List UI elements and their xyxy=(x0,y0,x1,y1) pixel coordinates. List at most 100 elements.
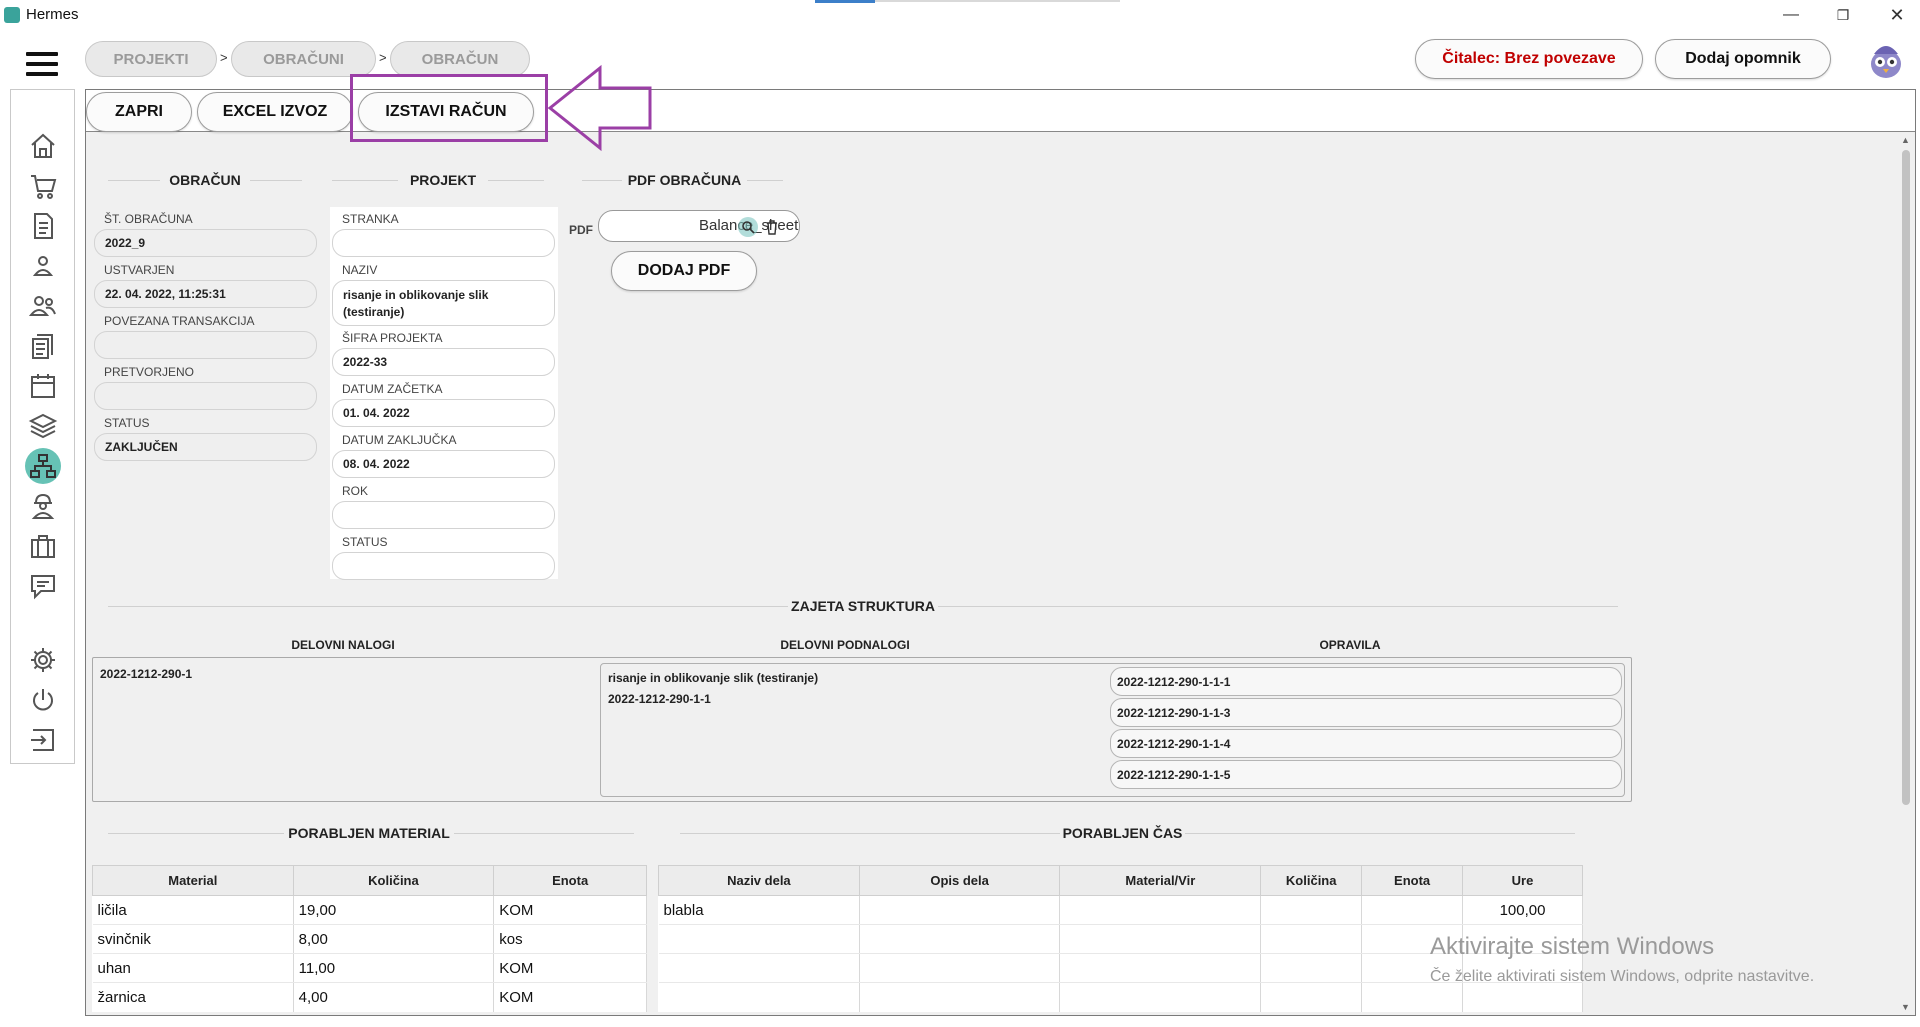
breadcrumb-projekti[interactable]: PROJEKTI xyxy=(85,41,217,77)
transaction-field[interactable] xyxy=(94,331,317,359)
document-icon[interactable] xyxy=(25,208,61,244)
start-field[interactable]: 01. 04. 2022 xyxy=(332,399,555,427)
section-divider xyxy=(488,180,544,181)
breadcrumb-obracuni[interactable]: OBRAČUNI xyxy=(231,41,376,77)
material-heading: PORABLJEN MATERIAL xyxy=(288,825,450,841)
close-window-button[interactable]: ✕ xyxy=(1874,0,1920,30)
end-field[interactable]: 08. 04. 2022 xyxy=(332,450,555,478)
table-cell xyxy=(658,953,860,983)
tasks-column-header: OPRAVILA xyxy=(1319,638,1381,652)
structure-heading: ZAJETA STRUKTURA xyxy=(791,598,935,614)
converted-label: PRETVORJENO xyxy=(104,365,195,379)
column-header[interactable]: Enota xyxy=(493,865,647,896)
table-row[interactable]: ličila 19,00 KOM xyxy=(92,895,647,925)
person-icon[interactable] xyxy=(25,248,61,284)
title-indicator-track xyxy=(875,0,1120,2)
name-field[interactable]: risanje in oblikovanje slik (testiranje) xyxy=(332,280,555,326)
table-cell: svinčnik xyxy=(92,924,294,954)
suborder-code[interactable]: 2022-1212-290-1-1 xyxy=(608,692,711,706)
table-cell xyxy=(1260,982,1363,1012)
order-item[interactable]: 2022-1212-290-1 xyxy=(100,667,192,681)
deadline-label: ROK xyxy=(342,484,369,498)
column-header[interactable]: Material xyxy=(92,865,294,896)
column-header[interactable]: Naziv dela xyxy=(658,865,860,896)
column-header[interactable]: Količina xyxy=(1260,865,1363,896)
task-item[interactable]: 2022-1212-290-1-1-4 xyxy=(1110,729,1622,758)
title-indicator xyxy=(815,0,875,3)
preview-icon[interactable] xyxy=(737,216,759,238)
breadcrumb-separator: > xyxy=(379,50,387,65)
people-icon[interactable] xyxy=(25,288,61,324)
table-cell: žarnica xyxy=(92,982,294,1012)
status-field[interactable]: ZAKLJUČEN xyxy=(94,433,317,461)
table-cell: 19,00 xyxy=(293,895,495,925)
table-row[interactable]: žarnica 4,00 KOM xyxy=(92,982,647,1012)
calendar-icon[interactable] xyxy=(25,368,61,404)
table-row[interactable]: uhan 11,00 KOM xyxy=(92,953,647,983)
projekt-status-field[interactable] xyxy=(332,552,555,580)
documents-icon[interactable] xyxy=(25,328,61,364)
table-cell: blabla xyxy=(658,895,860,925)
add-pdf-button[interactable]: DODAJ PDF xyxy=(611,251,757,291)
table-row[interactable]: blabla 100,00 xyxy=(658,895,1583,925)
worker-icon[interactable] xyxy=(25,488,61,524)
scroll-down-icon[interactable]: ▼ xyxy=(1901,1002,1910,1012)
column-header[interactable]: Količina xyxy=(292,865,495,896)
table-cell: uhan xyxy=(92,953,294,983)
power-icon[interactable] xyxy=(25,682,61,718)
end-label: DATUM ZAKLJUČKA xyxy=(342,433,457,447)
suborder-name[interactable]: risanje in oblikovanje slik (testiranje) xyxy=(608,671,818,685)
avatar[interactable] xyxy=(1868,38,1904,80)
delete-icon[interactable] xyxy=(765,219,779,235)
code-field[interactable]: 2022-33 xyxy=(332,348,555,376)
created-field[interactable]: 22. 04. 2022, 11:25:31 xyxy=(94,280,317,308)
column-header[interactable]: Material/Vir xyxy=(1059,865,1262,896)
sidebar xyxy=(10,89,75,764)
scroll-up-icon[interactable]: ▲ xyxy=(1901,135,1910,145)
table-cell: 100,00 xyxy=(1462,895,1583,925)
client-label: STRANKA xyxy=(342,212,399,226)
task-item[interactable]: 2022-1212-290-1-1-1 xyxy=(1110,667,1622,696)
column-header[interactable]: Ure xyxy=(1462,865,1583,896)
section-divider xyxy=(938,606,1618,607)
number-field[interactable]: 2022_9 xyxy=(94,229,317,257)
briefcase-icon[interactable] xyxy=(25,528,61,564)
column-header[interactable]: Opis dela xyxy=(858,865,1061,896)
scrollbar-thumb[interactable] xyxy=(1902,150,1910,805)
window-title: Hermes xyxy=(26,6,79,23)
column-header[interactable]: Enota xyxy=(1361,865,1464,896)
logout-icon[interactable] xyxy=(25,722,61,758)
task-item[interactable]: 2022-1212-290-1-1-5 xyxy=(1110,760,1622,789)
close-button[interactable]: ZAPRI xyxy=(86,92,192,132)
menu-icon[interactable] xyxy=(26,52,58,76)
pdf-file-field[interactable]: Balance_sheet xyxy=(598,210,800,242)
layers-icon[interactable] xyxy=(25,408,61,444)
add-reminder-button[interactable]: Dodaj opomnik xyxy=(1655,39,1831,79)
client-field[interactable] xyxy=(332,229,555,257)
pdf-heading: PDF OBRAČUNA xyxy=(627,172,742,188)
breadcrumb-obracun[interactable]: OBRAČUN xyxy=(390,41,530,77)
task-item[interactable]: 2022-1212-290-1-1-3 xyxy=(1110,698,1622,727)
minimize-button[interactable]: — xyxy=(1768,0,1814,30)
number-label: ŠT. OBRAČUNA xyxy=(104,212,193,226)
home-icon[interactable] xyxy=(25,128,61,164)
table-cell xyxy=(859,953,1061,983)
cart-icon[interactable] xyxy=(25,168,61,204)
hierarchy-icon[interactable] xyxy=(25,448,61,484)
table-row[interactable] xyxy=(658,982,1583,1012)
converted-field[interactable] xyxy=(94,382,317,410)
code-label: ŠIFRA PROJEKTA xyxy=(342,331,443,345)
table-cell xyxy=(859,982,1061,1012)
restore-button[interactable]: ❐ xyxy=(1820,0,1866,30)
table-cell: KOM xyxy=(493,895,647,925)
excel-export-button[interactable]: EXCEL IZVOZ xyxy=(197,92,353,132)
section-divider xyxy=(108,180,160,181)
app-icon xyxy=(4,7,20,23)
table-cell xyxy=(1059,953,1262,983)
section-divider xyxy=(108,606,788,607)
gear-icon[interactable] xyxy=(25,642,61,678)
table-row[interactable]: svinčnik 8,00 kos xyxy=(92,924,647,954)
reader-status-button[interactable]: Čitalec: Brez povezave xyxy=(1415,39,1643,79)
chat-icon[interactable] xyxy=(25,568,61,604)
deadline-field[interactable] xyxy=(332,501,555,529)
